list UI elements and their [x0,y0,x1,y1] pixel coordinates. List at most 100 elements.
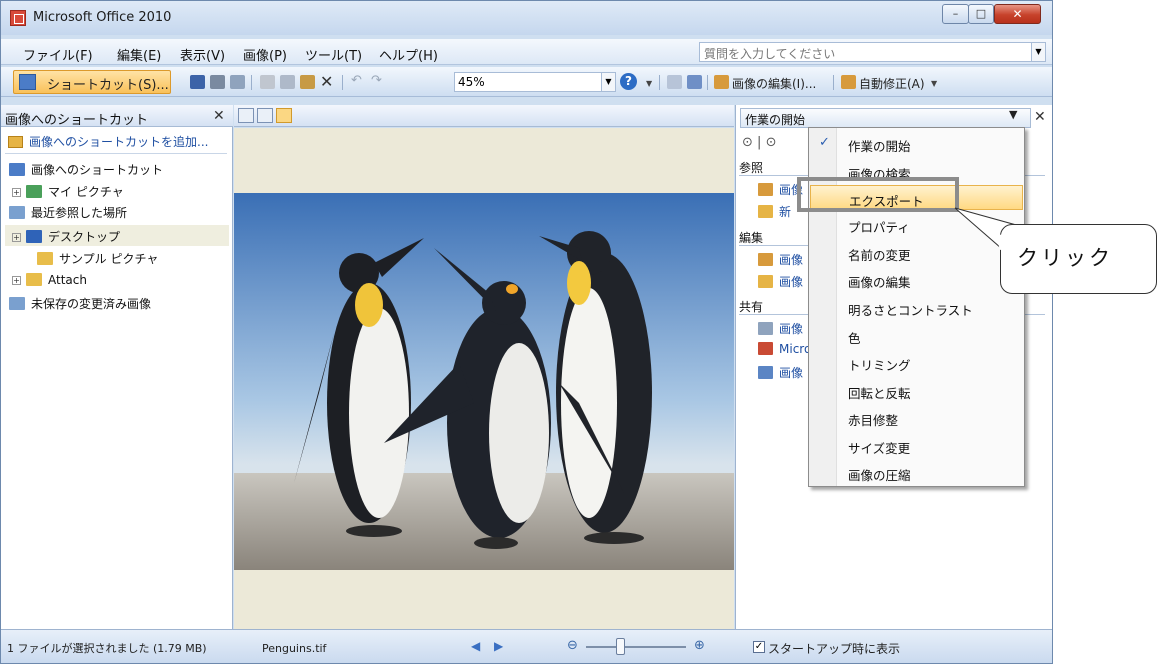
tree-item-unsaved-pictures[interactable]: 未保存の変更済み画像 [9,295,151,316]
shortcut-icon [19,74,36,90]
zoom-out-icon[interactable]: ⊖ [567,638,578,653]
task-pane-title-selector[interactable]: 作業の開始 [740,108,1031,128]
menu-item-getting-started[interactable]: 作業の開始 [810,131,1023,156]
share-link-1[interactable]: 画像 [758,320,803,337]
expand-icon[interactable]: + [12,276,21,285]
menu-item-rename[interactable]: 名前の変更 [810,240,1023,265]
zoom-slider-track[interactable] [586,646,686,648]
pictures-folder-icon [26,185,42,198]
tree-item-label: デスクトップ [48,230,121,244]
zoom-input[interactable]: 45% [454,72,602,92]
email-icon [758,322,773,335]
undo-icon[interactable]: ↶ [351,73,366,88]
tree-item-picture-shortcuts[interactable]: 画像へのショートカット [9,161,163,182]
zoom-dropdown-icon[interactable]: ▼ [602,72,616,92]
tree-item-desktop[interactable]: + デスクトップ [5,225,229,246]
edit-picture-icon [714,75,729,89]
expand-icon[interactable]: + [12,233,21,242]
menu-item-crop[interactable]: トリミング [810,350,1023,375]
paste-icon[interactable] [300,75,315,89]
menu-picture[interactable]: 画像(P) [243,45,287,64]
print-icon[interactable] [210,75,225,89]
shortcut-button-label: ショートカット(S)... [47,78,169,93]
menu-item-compress[interactable]: 画像の圧縮 [810,460,1023,485]
help-search-dropdown-icon[interactable]: ▼ [1032,42,1046,62]
menu-item-properties[interactable]: プロパティ [810,212,1023,237]
browse-link-2[interactable]: 新 [758,203,791,220]
filmstrip-view-icon[interactable] [257,108,273,123]
share-link-3[interactable]: 画像 [758,364,803,381]
email-icon[interactable] [230,75,245,89]
menu-item-resize[interactable]: サイズ変更 [810,433,1023,458]
tree-item-attach[interactable]: + Attach [12,273,87,294]
shortcut-button[interactable]: ショートカット(S)... [13,70,171,94]
menu-item-red-eye[interactable]: 赤目修整 [810,405,1023,430]
rotate-left-icon[interactable] [667,75,682,89]
menu-edit[interactable]: 編集(E) [117,45,161,64]
previous-picture-icon[interactable]: ◀ [471,639,480,653]
tree-item-sample-pictures[interactable]: サンプル ピクチャ [37,250,158,271]
add-shortcut-label: 画像へのショートカットを追加... [29,135,209,149]
menu-help[interactable]: ヘルプ(H) [379,45,438,64]
task-pane-nav: ⊙ | ⊙ [742,135,777,150]
penguins-photo[interactable] [234,193,734,570]
toolbar-options-icon[interactable]: ▼ [931,79,946,93]
single-picture-view-icon[interactable] [276,108,292,123]
menu-item-rotate-flip[interactable]: 回転と反転 [810,378,1023,403]
auto-correct-button[interactable]: 自動修正(A) [859,75,925,92]
folder-add-icon [8,136,23,148]
edit-picture-button[interactable]: 画像の編集(I)... [732,75,816,92]
rotate-right-icon[interactable] [687,75,702,89]
title-bar: Microsoft Office 2010 – □ ✕ [1,1,1052,35]
close-button[interactable]: ✕ [994,4,1041,24]
back-icon[interactable]: ⊙ [742,135,753,150]
share-link-2[interactable]: Micro [758,342,811,356]
menu-file[interactable]: ファイル(F) [23,45,93,64]
maximize-button[interactable]: □ [968,4,994,24]
minimize-button[interactable]: – [942,4,969,24]
view-toolbar [234,105,734,127]
picture-folder-icon [758,275,773,288]
callout-text: クリック [1017,246,1113,270]
link-label: Micro [779,342,812,356]
menu-view[interactable]: 表示(V) [180,45,225,64]
link-label: 画像 [779,275,804,289]
picture-icon [758,183,773,196]
show-at-startup-checkbox[interactable]: ✓ [753,641,765,653]
next-picture-icon[interactable]: ▶ [494,639,503,653]
edit-link-1[interactable]: 画像 [758,251,803,268]
help-search-input[interactable]: 質問を入力してください [699,42,1032,62]
toolbar-separator [251,75,252,90]
thumbnail-view-icon[interactable] [238,108,254,123]
add-shortcut-link[interactable]: 画像へのショートカットを追加... [8,133,208,150]
close-icon[interactable]: ✕ [213,108,225,124]
chevron-down-icon[interactable]: ▼ [1009,108,1017,121]
tree-item-label: Attach [48,273,87,287]
link-label: 画像 [779,253,804,267]
shortcuts-pane-header: 画像へのショートカット ✕ [1,105,233,128]
help-icon[interactable]: ? [620,73,637,90]
tree-item-label: 画像へのショートカット [31,163,164,177]
menu-item-color[interactable]: 色 [810,323,1023,348]
zoom-slider-thumb[interactable] [616,638,625,655]
expand-icon[interactable]: + [12,188,21,197]
delete-icon[interactable]: ✕ [320,72,335,91]
link-label: 新 [779,205,792,219]
copy-icon[interactable] [280,75,295,89]
auto-correct-icon [841,75,856,89]
divider [5,153,227,154]
menu-bar: ファイル(F) 編集(E) 表示(V) 画像(P) ツール(T) ヘルプ(H) … [1,39,1052,65]
menu-item-brightness-contrast[interactable]: 明るさとコントラスト [810,295,1023,320]
menu-tools[interactable]: ツール(T) [305,45,362,64]
zoom-in-icon[interactable]: ⊕ [694,638,705,653]
menu-item-edit-pictures[interactable]: 画像の編集 [810,267,1023,292]
save-icon[interactable] [190,75,205,89]
cut-icon[interactable] [260,75,275,89]
tree-item-recent-places[interactable]: 最近参照した場所 [9,204,127,225]
folder-icon [26,273,42,286]
close-icon[interactable]: ✕ [1034,109,1046,125]
edit-link-2[interactable]: 画像 [758,273,803,290]
forward-icon[interactable]: ⊙ [766,135,777,150]
tree-item-my-pictures[interactable]: + マイ ピクチャ [12,183,124,204]
redo-icon[interactable]: ↷ [371,73,386,88]
